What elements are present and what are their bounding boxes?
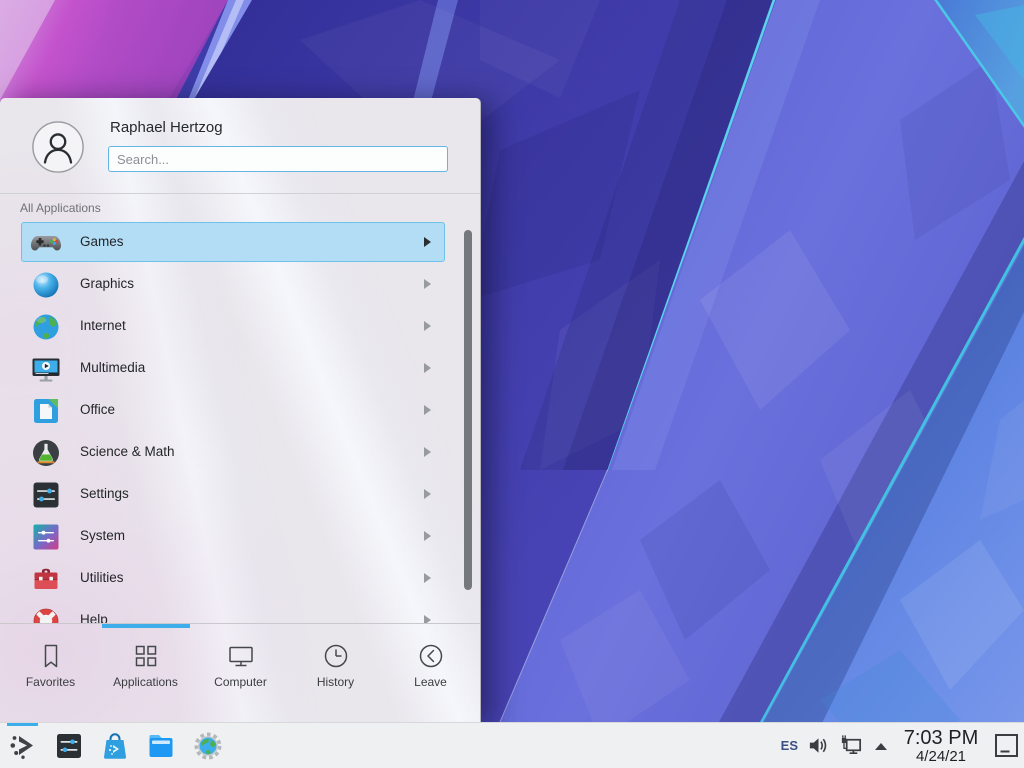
menu-item-system[interactable]: System <box>21 516 445 556</box>
tab-applications[interactable]: Applications <box>98 634 193 720</box>
system-tray: ES 7:03 PM 4/24/21 <box>781 723 1020 768</box>
menu-scrollbar[interactable] <box>464 230 472 590</box>
applications-icon <box>131 641 161 671</box>
tab-label: Applications <box>98 675 193 689</box>
multimedia-icon <box>30 353 62 385</box>
active-tab-indicator <box>102 624 190 628</box>
menu-item-graphics[interactable]: Graphics <box>21 264 445 304</box>
submenu-arrow-icon <box>424 405 431 415</box>
menu-item-label: Utilities <box>80 559 124 597</box>
tabbar-separator <box>0 623 480 624</box>
user-avatar-icon[interactable] <box>31 120 85 174</box>
menu-item-settings[interactable]: Settings <box>21 474 445 514</box>
submenu-arrow-icon <box>424 447 431 457</box>
tab-leave[interactable]: Leave <box>383 634 478 720</box>
leave-icon <box>416 641 446 671</box>
header-separator <box>0 193 480 194</box>
tab-history[interactable]: History <box>288 634 383 720</box>
submenu-arrow-icon <box>424 573 431 583</box>
web-browser-icon[interactable] <box>193 731 223 761</box>
help-icon <box>30 605 62 623</box>
launcher-tabbar: Favorites Applications Computer <box>3 634 478 720</box>
keyboard-layout-indicator[interactable]: ES <box>781 738 798 753</box>
tab-label: Computer <box>193 675 288 689</box>
section-label: All Applications <box>20 201 101 215</box>
desktop[interactable]: Raphael Hertzog All Applications Games <box>0 0 1024 768</box>
tab-label: Favorites <box>3 675 98 689</box>
menu-item-label: Office <box>80 391 115 429</box>
clock-date: 4/24/21 <box>898 749 984 764</box>
menu-item-label: Internet <box>80 307 126 345</box>
clock-time: 7:03 PM <box>898 728 984 748</box>
submenu-arrow-icon <box>424 531 431 541</box>
menu-item-label: Settings <box>80 475 129 513</box>
tab-computer[interactable]: Computer <box>193 634 288 720</box>
user-name: Raphael Hertzog <box>110 119 223 136</box>
digital-clock[interactable]: 7:03 PM 4/24/21 <box>898 728 984 764</box>
application-launcher: Raphael Hertzog All Applications Games <box>0 98 481 724</box>
history-icon <box>321 641 351 671</box>
submenu-arrow-icon <box>424 615 431 623</box>
menu-item-utilities[interactable]: Utilities <box>21 558 445 598</box>
show-desktop-button[interactable] <box>993 732 1020 759</box>
tab-favorites[interactable]: Favorites <box>3 634 98 720</box>
file-manager-icon[interactable] <box>146 731 176 761</box>
submenu-arrow-icon <box>424 237 431 247</box>
tab-label: Leave <box>383 675 478 689</box>
settings-icon <box>30 479 62 511</box>
menu-item-label: Help <box>80 601 108 623</box>
submenu-arrow-icon <box>424 321 431 331</box>
volume-icon[interactable] <box>807 734 830 757</box>
menu-item-label: Games <box>80 223 124 261</box>
menu-item-internet[interactable]: Internet <box>21 306 445 346</box>
menu-item-label: Science & Math <box>80 433 175 471</box>
submenu-arrow-icon <box>424 489 431 499</box>
network-icon[interactable] <box>839 733 864 758</box>
taskbar: ES 7:03 PM 4/24/21 <box>0 722 1024 768</box>
submenu-arrow-icon <box>424 279 431 289</box>
internet-icon <box>30 311 62 343</box>
menu-item-science-math[interactable]: Science & Math <box>21 432 445 472</box>
menu-item-help[interactable]: Help <box>21 600 445 623</box>
active-task-indicator <box>7 723 38 726</box>
utilities-icon <box>30 563 62 595</box>
discover-icon[interactable] <box>100 731 130 761</box>
expand-tray-icon[interactable] <box>873 740 889 752</box>
menu-item-label: Graphics <box>80 265 134 303</box>
menu-item-label: System <box>80 517 125 555</box>
menu-item-label: Multimedia <box>80 349 145 387</box>
system-icon <box>30 521 62 553</box>
office-icon <box>30 395 62 427</box>
search-input[interactable] <box>108 146 448 172</box>
graphics-icon <box>30 269 62 301</box>
menu-item-office[interactable]: Office <box>21 390 445 430</box>
computer-icon <box>226 641 256 671</box>
app-launcher-icon[interactable] <box>8 731 38 761</box>
submenu-arrow-icon <box>424 363 431 373</box>
menu-item-games[interactable]: Games <box>21 222 445 262</box>
favorites-icon <box>36 641 66 671</box>
tab-label: History <box>288 675 383 689</box>
games-icon <box>30 227 62 259</box>
science-icon <box>30 437 62 469</box>
category-list: Games Graphics Internet <box>21 222 445 623</box>
system-settings-icon[interactable] <box>54 731 84 761</box>
menu-item-multimedia[interactable]: Multimedia <box>21 348 445 388</box>
